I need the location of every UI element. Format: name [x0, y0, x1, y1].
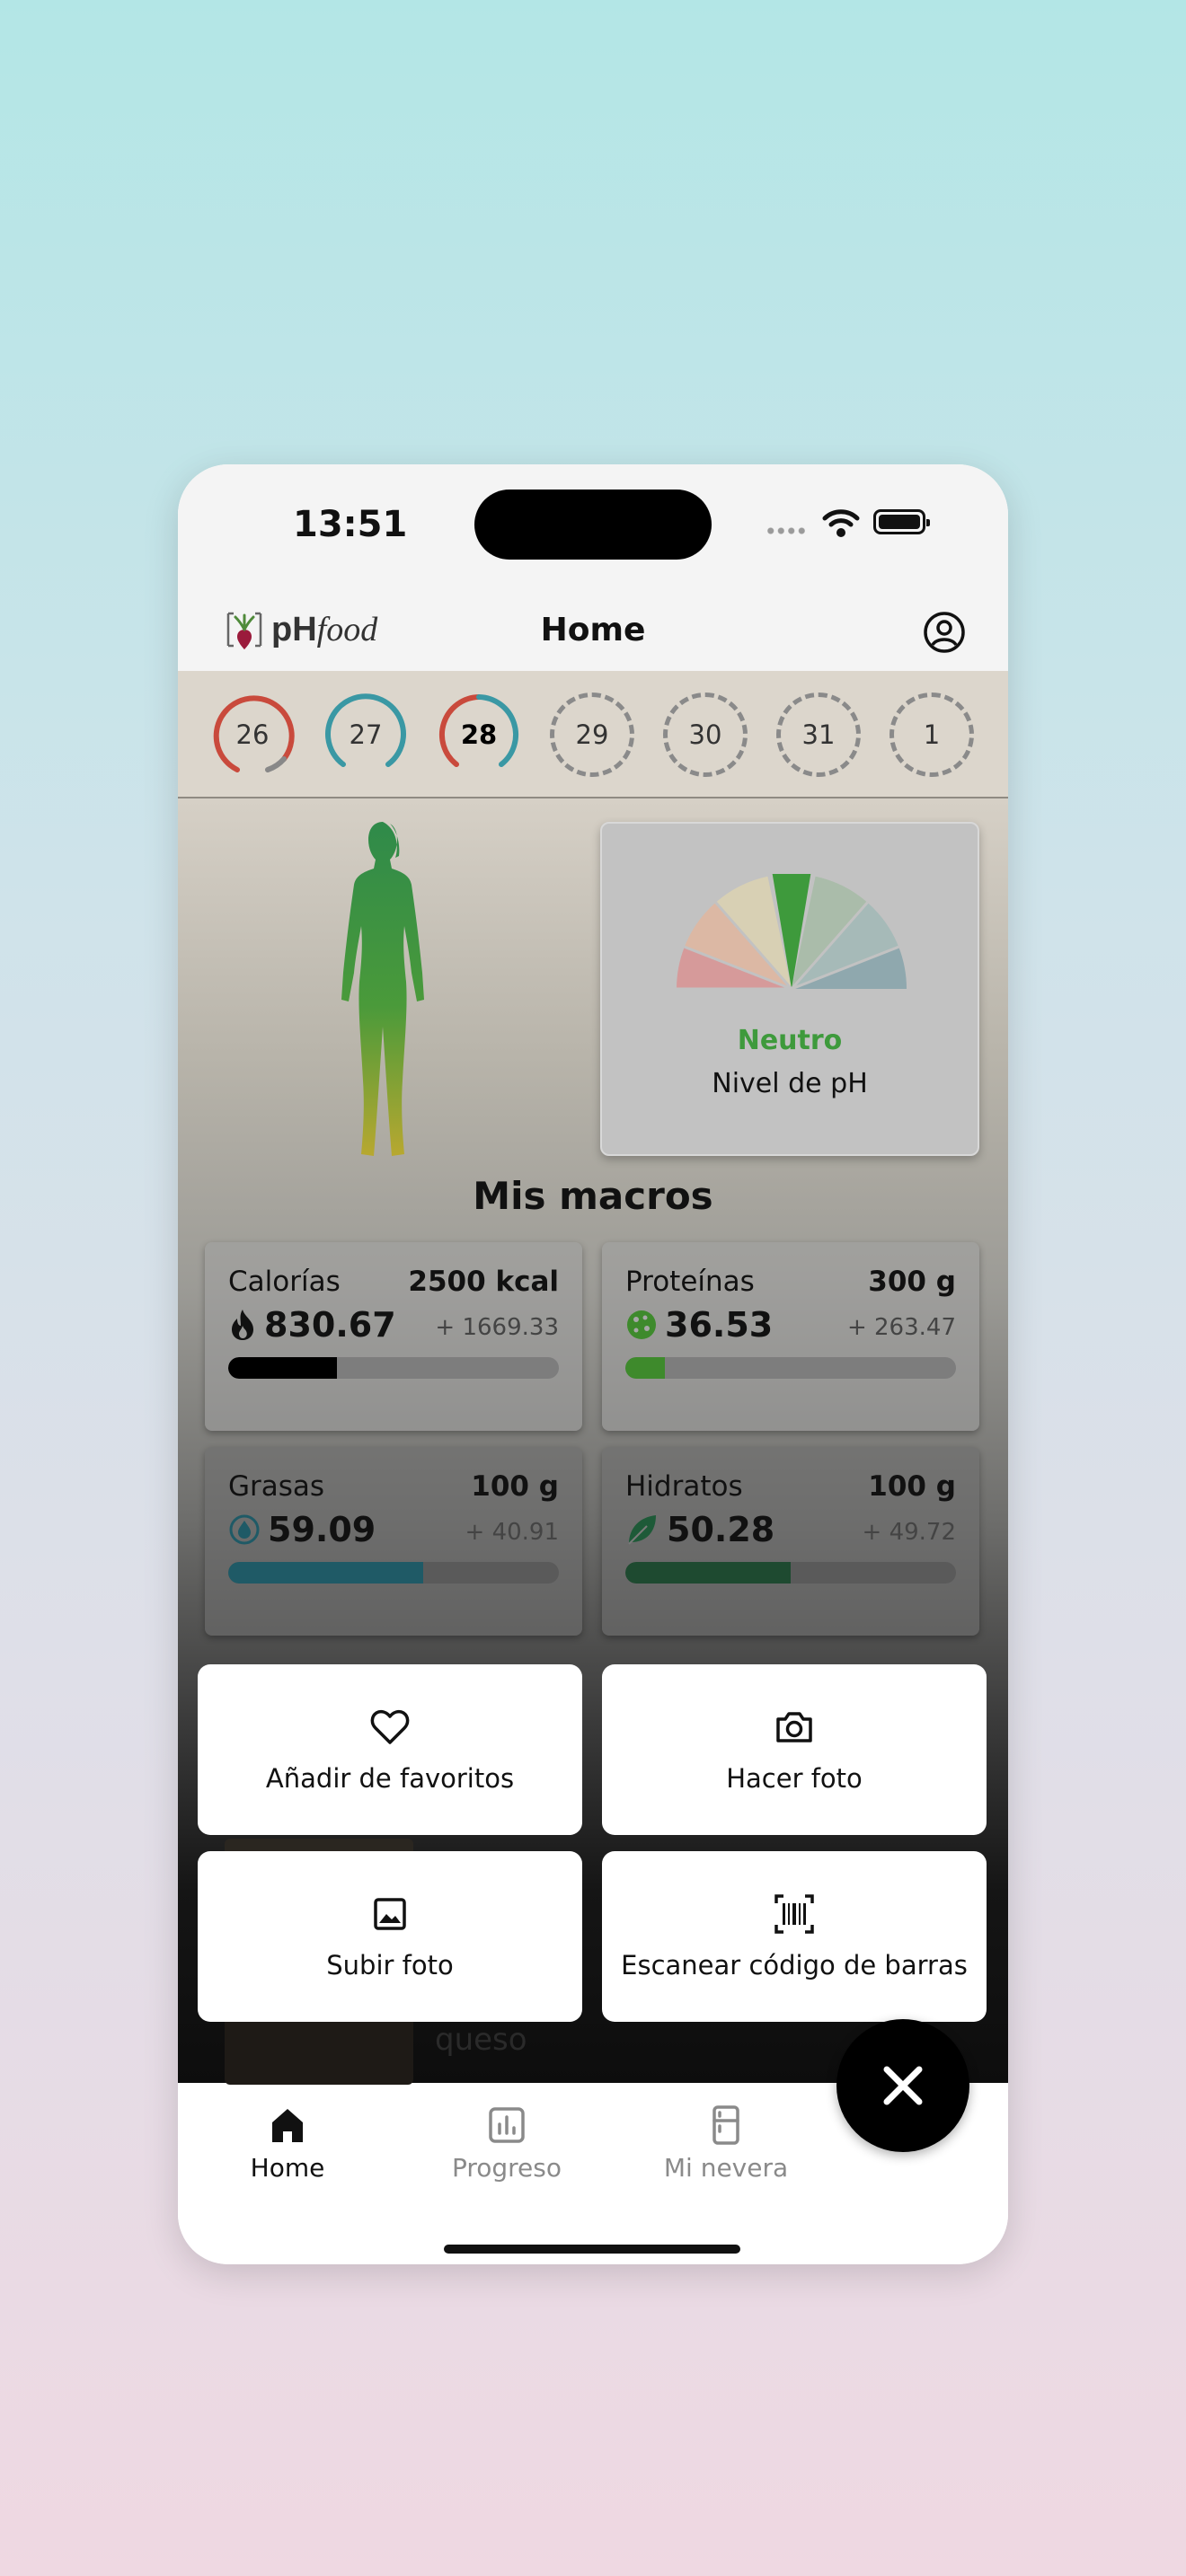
- tab-progress[interactable]: Progreso: [417, 2104, 597, 2183]
- day-label: 30: [688, 719, 722, 750]
- day-selector: 26 27 28 29 30 31 1: [178, 671, 1008, 798]
- ph-status: Neutro: [737, 1025, 843, 1056]
- take-photo-label: Hacer foto: [726, 1763, 863, 1794]
- ph-caption: Nivel de pH: [712, 1068, 868, 1099]
- macro-progress-fill: [625, 1357, 666, 1379]
- oil-drop-icon: [229, 1514, 260, 1545]
- day-item[interactable]: 30: [663, 693, 748, 777]
- wifi-icon: [822, 509, 860, 537]
- day-label: 28: [460, 719, 498, 750]
- day-item[interactable]: 31: [776, 693, 861, 777]
- page-title: Home: [540, 612, 646, 648]
- day-label: 27: [349, 719, 383, 750]
- day-item-selected[interactable]: 28: [437, 693, 521, 777]
- status-bar: 13:51: [178, 464, 1008, 590]
- bar-chart-icon: [489, 2107, 525, 2143]
- upload-photo-label: Subir foto: [326, 1950, 454, 1981]
- profile-icon[interactable]: [922, 610, 967, 655]
- macro-progress-bar: [625, 1562, 956, 1584]
- fridge-icon: [712, 2105, 739, 2145]
- macro-name: Grasas: [228, 1470, 325, 1503]
- status-time: 13:51: [293, 504, 408, 545]
- day-label: 1: [923, 719, 941, 750]
- take-photo-button[interactable]: Hacer foto: [602, 1664, 987, 1835]
- phone-screen: 13:51 pHfood Home 26 27 28 29 30 31 1 Ne…: [178, 464, 1008, 2264]
- tab-fridge[interactable]: Mi nevera: [636, 2104, 816, 2183]
- day-label: 29: [575, 719, 609, 750]
- dynamic-island: [474, 490, 712, 560]
- ph-gauge: [676, 874, 907, 991]
- macro-progress-fill: [228, 1357, 338, 1379]
- macro-remaining: + 40.91: [465, 1519, 559, 1546]
- upload-photo-button[interactable]: Subir foto: [198, 1851, 582, 2022]
- macro-progress-bar: [625, 1357, 956, 1379]
- flame-icon: [232, 1310, 253, 1340]
- macro-progress-fill: [625, 1562, 791, 1584]
- macro-name: Calorías: [228, 1266, 341, 1298]
- day-item[interactable]: 1: [890, 693, 974, 777]
- signal-icon: [766, 527, 807, 534]
- macro-value: 830.67: [264, 1305, 396, 1345]
- tab-home-label: Home: [250, 2153, 325, 2183]
- home-icon: [272, 2109, 303, 2142]
- close-icon: [883, 2066, 923, 2105]
- day-item[interactable]: 29: [550, 693, 634, 777]
- barcode-icon: [774, 1894, 814, 1934]
- home-indicator: [444, 2245, 740, 2254]
- tab-fridge-label: Mi nevera: [663, 2153, 789, 2183]
- day-item[interactable]: 27: [323, 693, 408, 777]
- scan-barcode-label: Escanear código de barras: [621, 1950, 968, 1981]
- macro-remaining: + 1669.33: [435, 1314, 559, 1341]
- macro-value: 36.53: [665, 1305, 774, 1345]
- app-header: pHfood Home: [178, 590, 1008, 671]
- macro-value-row: 36.53: [625, 1305, 773, 1345]
- macro-card-proteins[interactable]: Proteínas 300 g 36.53 + 263.47: [602, 1242, 979, 1431]
- macros-title: Mis macros: [473, 1174, 713, 1218]
- body-silhouette-icon: [341, 822, 424, 1156]
- ph-level-card[interactable]: Neutro Nivel de pH: [600, 822, 979, 1156]
- macro-goal: 100 g: [471, 1470, 559, 1503]
- macro-progress-bar: [228, 1562, 559, 1584]
- macro-value: 59.09: [268, 1510, 376, 1549]
- macro-goal: 2500 kcal: [408, 1266, 559, 1298]
- macro-card-calories[interactable]: Calorías 2500 kcal 830.67 + 1669.33: [205, 1242, 582, 1431]
- macro-progress-fill: [228, 1562, 424, 1584]
- macro-remaining: + 263.47: [846, 1314, 956, 1341]
- add-favorites-button[interactable]: Añadir de favoritos: [198, 1664, 582, 1835]
- day-item[interactable]: 26: [210, 693, 295, 777]
- day-label: 31: [801, 719, 836, 750]
- camera-icon: [776, 1712, 812, 1742]
- meal-name: queso: [435, 2022, 527, 2058]
- battery-icon: [873, 509, 930, 534]
- macro-card-carbs[interactable]: Hidratos 100 g 50.28 + 49.72: [602, 1447, 979, 1636]
- macro-value-row: 830.67: [228, 1305, 396, 1345]
- leaf-icon: [628, 1515, 656, 1545]
- day-label: 26: [235, 719, 270, 750]
- tab-home[interactable]: Home: [198, 2104, 377, 2183]
- image-icon: [374, 1898, 406, 1930]
- macro-value: 50.28: [667, 1510, 775, 1549]
- cookie-icon: [627, 1310, 656, 1339]
- macro-value-row: 50.28: [625, 1510, 774, 1549]
- close-actions-button[interactable]: [836, 2019, 969, 2152]
- macro-name: Proteínas: [625, 1266, 755, 1298]
- scan-barcode-button[interactable]: Escanear código de barras: [602, 1851, 987, 2022]
- macro-value-row: 59.09: [228, 1510, 376, 1549]
- macro-progress-bar: [228, 1357, 559, 1379]
- heart-icon: [370, 1709, 410, 1744]
- macro-card-fats[interactable]: Grasas 100 g 59.09 + 40.91: [205, 1447, 582, 1636]
- macro-remaining: + 49.72: [862, 1519, 956, 1546]
- macro-goal: 100 g: [868, 1470, 956, 1503]
- macro-name: Hidratos: [625, 1470, 743, 1503]
- add-favorites-label: Añadir de favoritos: [265, 1763, 515, 1794]
- tab-progress-label: Progreso: [451, 2153, 562, 2183]
- macro-goal: 300 g: [868, 1266, 956, 1298]
- meal-thumbnail: [225, 2013, 413, 2085]
